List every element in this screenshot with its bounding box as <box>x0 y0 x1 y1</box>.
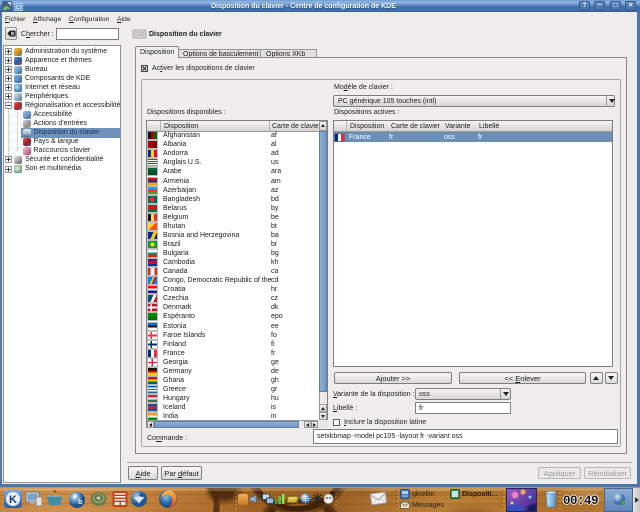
svg-text:a: a <box>73 493 77 500</box>
svg-text:b: b <box>78 499 82 506</box>
svg-text:K: K <box>9 494 17 506</box>
